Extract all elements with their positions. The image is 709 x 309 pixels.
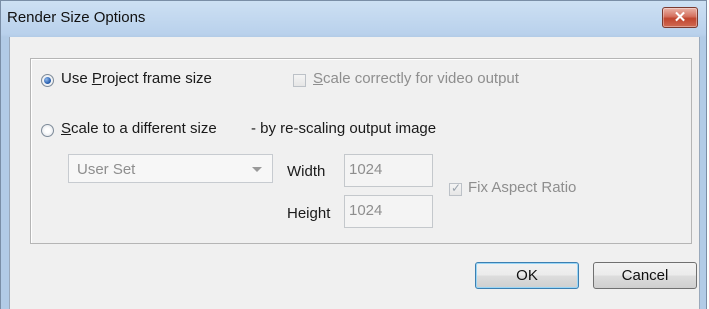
dialog-title: Render Size Options	[7, 9, 146, 26]
scale-different-rest: cale to a different size	[71, 120, 217, 137]
checkmark-icon: ✓	[451, 181, 462, 195]
close-icon: ✕	[673, 9, 687, 26]
render-size-options-dialog: Render Size Options ✕ Use Project frame …	[0, 0, 707, 309]
cancel-button[interactable]: Cancel	[593, 262, 697, 289]
scale-correctly-label[interactable]: Scale correctly for video output	[313, 70, 519, 87]
use-project-accel: P	[91, 70, 102, 87]
scale-different-size-radio[interactable]	[41, 124, 54, 137]
size-preset-dropdown[interactable]: User Set	[68, 154, 273, 183]
scale-correctly-accel: S	[313, 70, 324, 87]
scale-different-accel: S	[61, 120, 72, 137]
chevron-down-icon	[252, 167, 262, 172]
width-value: 1024	[349, 161, 383, 178]
scale-correctly-checkbox[interactable]	[293, 74, 306, 87]
ok-button[interactable]: OK	[475, 262, 579, 289]
use-project-frame-size-radio[interactable]	[41, 74, 54, 87]
fix-aspect-ratio-label[interactable]: Fix Aspect Ratio	[468, 179, 576, 196]
scale-correctly-rest: cale correctly for video output	[323, 70, 519, 87]
use-project-rest: roject frame size	[101, 70, 212, 87]
size-options-group: Use Project frame size Scale correctly f…	[30, 58, 692, 244]
width-label: Width	[287, 163, 326, 180]
fix-aspect-ratio-checkbox[interactable]: ✓	[449, 181, 462, 196]
close-button[interactable]: ✕	[662, 7, 698, 28]
height-value: 1024	[349, 202, 383, 219]
size-preset-value: User Set	[77, 161, 136, 178]
height-input[interactable]: 1024	[344, 195, 433, 228]
use-project-frame-size-label[interactable]: Use Project frame size	[61, 70, 212, 87]
scale-different-size-label[interactable]: Scale to a different size	[61, 120, 217, 137]
title-bar[interactable]: Render Size Options ✕	[1, 1, 706, 37]
height-label: Height	[287, 205, 331, 222]
width-input[interactable]: 1024	[344, 154, 433, 187]
use-project-prefix: Use	[61, 70, 92, 87]
dialog-body: Use Project frame size Scale correctly f…	[9, 37, 700, 309]
rescaling-note: - by re-scaling output image	[251, 120, 437, 137]
